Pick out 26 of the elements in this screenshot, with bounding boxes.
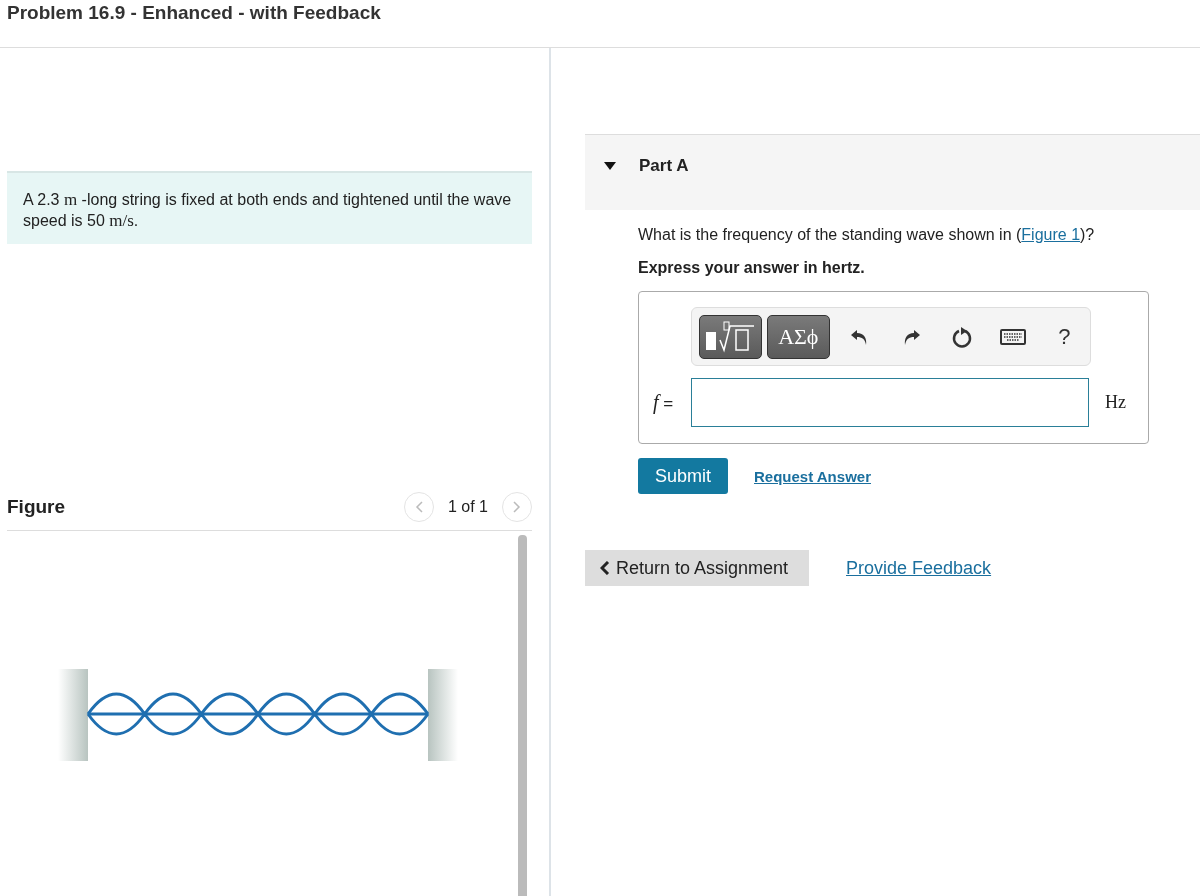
chevron-left-icon bbox=[414, 501, 423, 513]
page-counter: 1 of 1 bbox=[447, 498, 488, 516]
chevron-left-icon bbox=[600, 561, 610, 575]
request-answer-link[interactable]: Request Answer bbox=[754, 467, 871, 485]
fraction-root-icon bbox=[704, 319, 757, 354]
symbols-button[interactable]: ΑΣϕ bbox=[766, 314, 830, 359]
chevron-right-icon bbox=[513, 501, 521, 513]
problem-text: A 2.3 m -long string is fixed at both ends and tightened until the wave speed is 50 m/s. bbox=[7, 171, 532, 244]
help-button[interactable]: ? bbox=[1038, 314, 1090, 359]
figure-title: Figure bbox=[7, 496, 67, 518]
return-button[interactable]: Return to Assignment bbox=[585, 550, 809, 586]
scrollbar[interactable] bbox=[518, 535, 527, 896]
figure-link[interactable]: Figure 1 bbox=[1021, 226, 1081, 243]
caret-down-icon[interactable] bbox=[603, 159, 617, 172]
reset-icon bbox=[951, 325, 974, 348]
variable-label: f = bbox=[653, 391, 675, 414]
problem-title: Problem 16.9 - Enhanced - with Feedback bbox=[7, 2, 382, 24]
instruction-text: Express your answer in hertz. bbox=[638, 259, 866, 277]
answer-field[interactable] bbox=[691, 378, 1089, 427]
feedback-link[interactable]: Provide Feedback bbox=[846, 557, 992, 579]
keyboard-icon bbox=[1000, 328, 1027, 345]
submit-button[interactable]: Submit bbox=[638, 458, 728, 494]
unit-label: Hz bbox=[1105, 392, 1126, 413]
question-text: What is the frequency of the standing wave shown in (Figure 1)? bbox=[638, 226, 1096, 244]
part-title: Part A bbox=[639, 155, 689, 176]
templates-button[interactable] bbox=[699, 314, 762, 359]
